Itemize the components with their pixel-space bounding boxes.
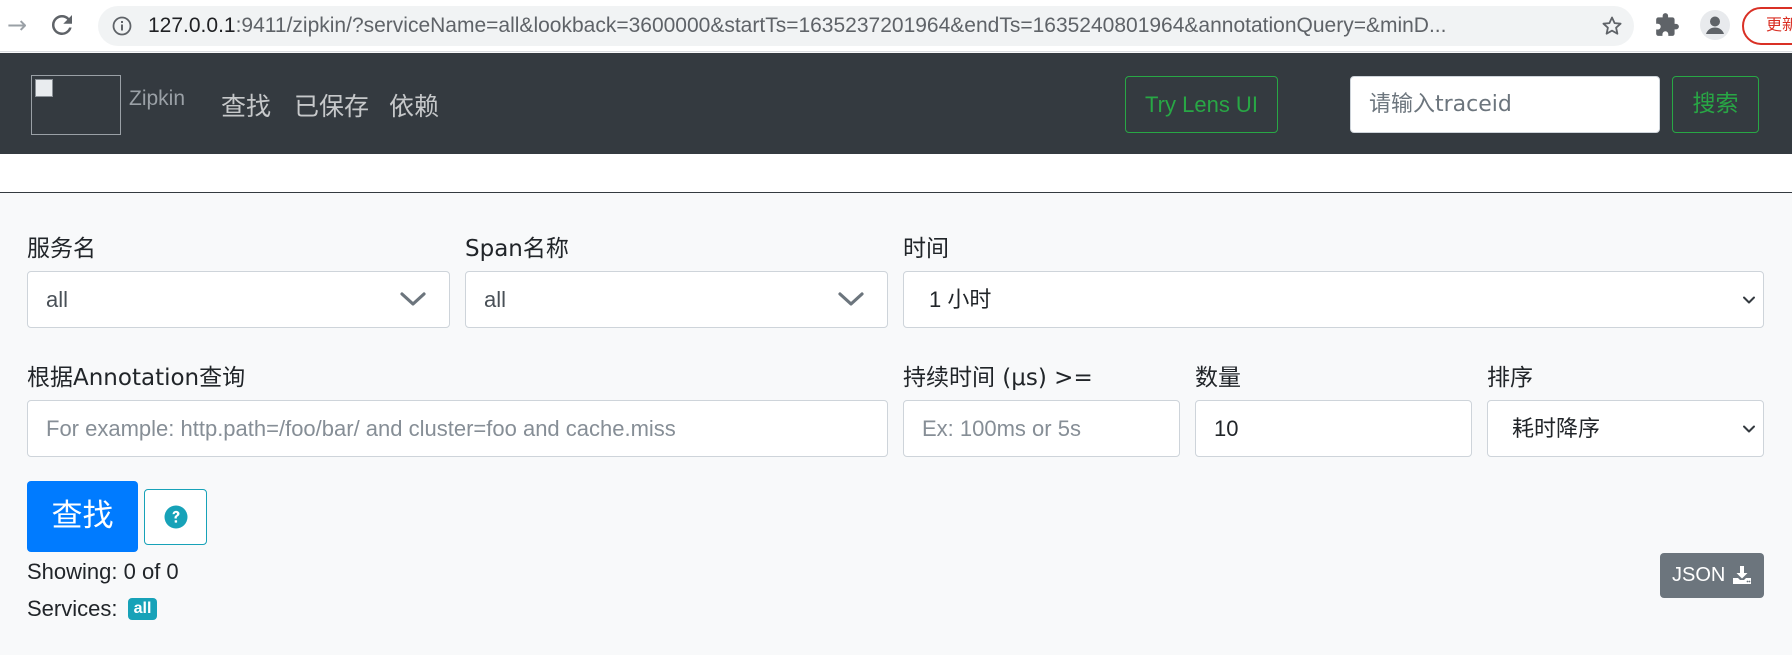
url-text[interactable]: 127.0.0.1:9411/zipkin/?serviceName=all&l… — [148, 6, 1568, 46]
span-name-label: Span名称 — [465, 236, 569, 262]
chevron-down-icon — [1743, 425, 1755, 433]
traceid-search-button[interactable]: 搜索 — [1672, 76, 1759, 133]
traceid-input[interactable] — [1350, 76, 1660, 133]
browser-update-button[interactable]: 更新 — [1742, 7, 1792, 45]
duration-label: 持续时间 (μs) >= — [903, 365, 1093, 391]
nav-link-dependencies[interactable]: 依赖 — [389, 87, 439, 123]
json-button-label: JSON — [1672, 564, 1726, 586]
chevron-down-icon — [1743, 296, 1755, 304]
service-name-value: all — [46, 287, 69, 312]
annotation-query-label: 根据Annotation查询 — [27, 365, 246, 391]
nav-link-saved[interactable]: 已保存 — [294, 87, 369, 123]
url-path: :9411/zipkin/?serviceName=all&lookback=3… — [235, 14, 1447, 37]
question-circle-icon — [164, 505, 188, 529]
sort-order-value: 耗时降序 — [1512, 416, 1601, 441]
service-badge: all — [127, 598, 158, 620]
back-arrow-icon[interactable]: → — [2, 10, 32, 40]
brand-name[interactable]: Zipkin — [129, 87, 185, 111]
chevron-down-icon — [400, 292, 426, 306]
try-lens-ui-button[interactable]: Try Lens UI — [1125, 76, 1278, 133]
help-button[interactable] — [144, 489, 207, 545]
sort-label: 排序 — [1487, 365, 1533, 391]
reload-icon[interactable] — [47, 10, 77, 40]
sort-order-select[interactable]: 耗时降序 — [1487, 400, 1764, 457]
bookmark-star-icon[interactable] — [1600, 14, 1624, 38]
limit-label: 数量 — [1195, 365, 1241, 391]
nav-link-find[interactable]: 查找 — [221, 87, 271, 123]
profile-avatar-icon[interactable] — [1700, 10, 1730, 40]
services-summary: Services: all — [27, 596, 158, 622]
top-navbar: Zipkin 查找 已保存 依赖 Try Lens UI 搜索 — [0, 53, 1792, 154]
url-host: 127.0.0.1 — [148, 14, 236, 37]
address-bar[interactable]: 127.0.0.1:9411/zipkin/?serviceName=all&l… — [98, 6, 1634, 46]
json-download-button[interactable]: JSON — [1660, 553, 1764, 598]
browser-toolbar: → 127.0.0.1:9411/zipkin/?serviceName=all… — [0, 0, 1792, 52]
header-divider — [0, 154, 1792, 193]
span-name-value: all — [484, 287, 507, 312]
chevron-down-icon — [838, 292, 864, 306]
site-info-icon[interactable] — [112, 16, 132, 36]
min-duration-input[interactable] — [903, 400, 1180, 457]
download-icon — [1733, 566, 1751, 584]
annotation-query-input[interactable] — [27, 400, 888, 457]
span-name-select[interactable]: all — [465, 271, 888, 328]
limit-input[interactable] — [1195, 400, 1472, 457]
services-label: Services: — [27, 596, 118, 621]
time-range-value: 1 小时 — [929, 287, 992, 312]
extensions-puzzle-icon[interactable] — [1654, 12, 1680, 38]
find-traces-button[interactable]: 查找 — [27, 481, 138, 552]
service-name-label: 服务名 — [27, 236, 96, 262]
time-label: 时间 — [903, 236, 949, 262]
time-range-select[interactable]: 1 小时 — [903, 271, 1764, 328]
zipkin-logo-broken-image[interactable] — [31, 75, 121, 135]
service-name-select[interactable]: all — [27, 271, 450, 328]
showing-count-text: Showing: 0 of 0 — [27, 559, 179, 584]
